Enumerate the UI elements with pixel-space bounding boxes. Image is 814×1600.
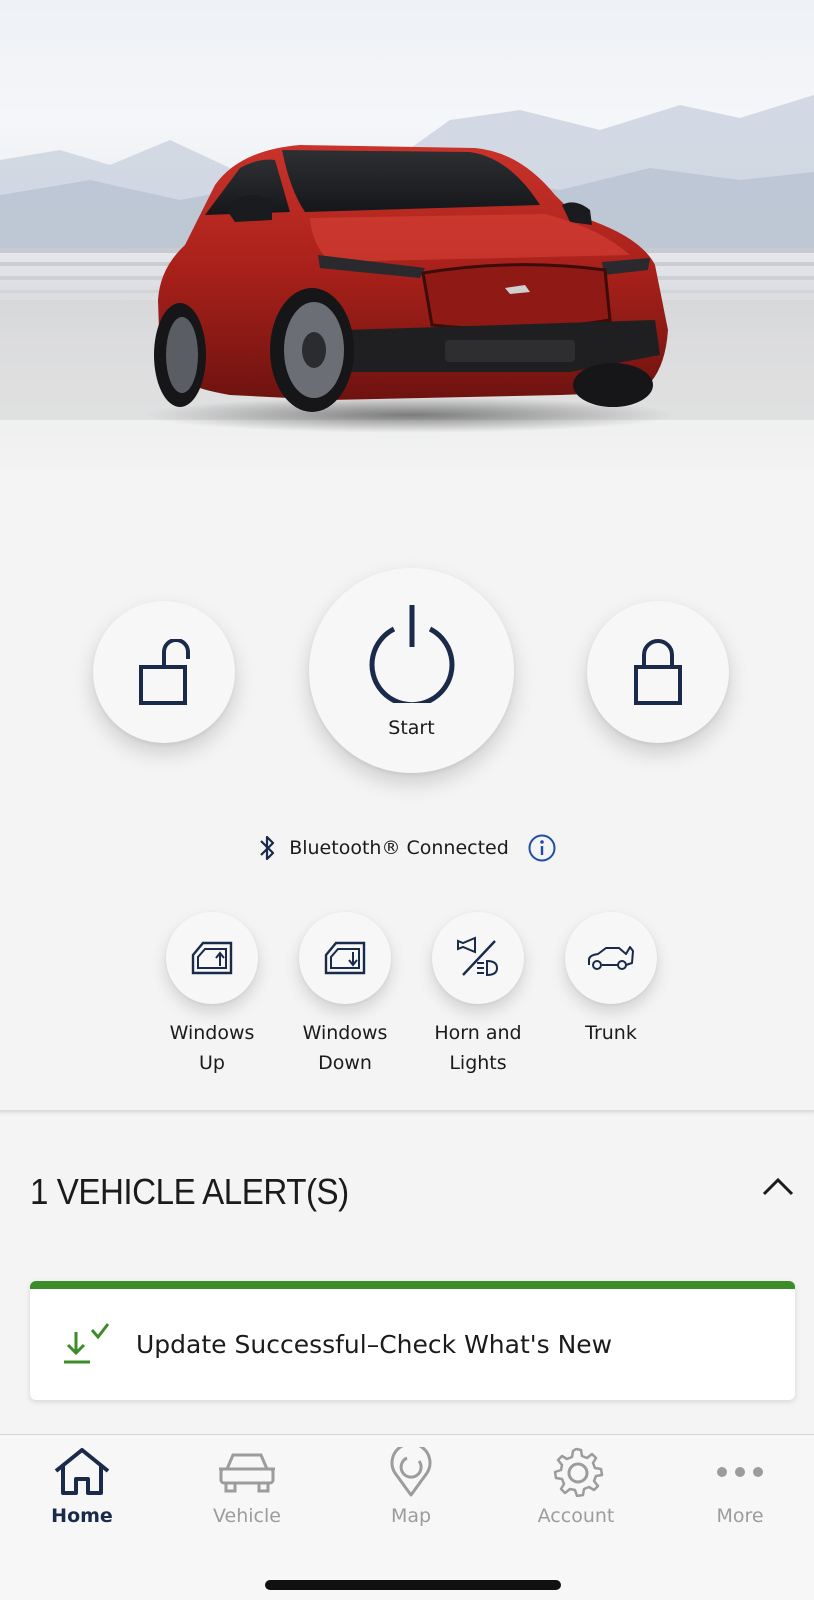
bluetooth-status-text: Bluetooth® Connected: [289, 837, 509, 859]
info-icon[interactable]: [527, 833, 557, 863]
windows-up-label: Windows Up: [169, 1022, 255, 1074]
window-down-icon: [324, 941, 366, 975]
tab-account[interactable]: Account: [516, 1447, 636, 1527]
trunk-label: Trunk: [585, 1022, 637, 1044]
unlock-icon: [139, 639, 190, 705]
windows-down-label: Windows Down: [302, 1022, 388, 1074]
tab-vehicle[interactable]: Vehicle: [187, 1447, 307, 1527]
lock-icon: [634, 639, 682, 705]
vehicle-alerts-section: 1 VEHICLE ALERT(S) Update Successful–Che…: [0, 1110, 814, 1434]
quick-action-windows-down[interactable]: Windows Down: [285, 912, 405, 1078]
alerts-title: 1 VEHICLE ALERT(S): [30, 1171, 349, 1212]
quick-action-windows-up[interactable]: Windows Up: [152, 912, 272, 1078]
alert-card-update[interactable]: Update Successful–Check What's New: [30, 1281, 795, 1400]
remote-start-button[interactable]: Start: [309, 568, 514, 773]
power-icon: [369, 604, 454, 703]
bottom-tab-bar: Home Vehicle Map Account More: [0, 1434, 814, 1600]
more-dots-icon: [717, 1467, 763, 1477]
bluetooth-icon: [260, 835, 275, 861]
tab-map-label: Map: [390, 1505, 432, 1527]
unlock-button[interactable]: [93, 601, 235, 743]
windows-up-button[interactable]: [166, 912, 258, 1004]
home-indicator: [265, 1580, 561, 1590]
tab-map[interactable]: Map: [351, 1447, 471, 1527]
trunk-button[interactable]: [565, 912, 657, 1004]
quick-action-trunk[interactable]: Trunk: [551, 912, 671, 1048]
tab-account-label: Account: [537, 1505, 615, 1527]
gear-icon: [553, 1447, 604, 1497]
home-icon: [54, 1448, 110, 1495]
trunk-icon: [588, 946, 634, 970]
tab-home-label: Home: [51, 1505, 113, 1527]
map-pin-icon: [390, 1447, 432, 1497]
bluetooth-status-row: Bluetooth® Connected: [0, 833, 814, 863]
vehicle-image: [0, 95, 814, 433]
window-up-icon: [191, 941, 233, 975]
tab-vehicle-label: Vehicle: [213, 1505, 281, 1527]
tab-more-label: More: [716, 1505, 764, 1527]
horn-lights-label: Horn and Lights: [434, 1022, 522, 1074]
chevron-up-icon[interactable]: [762, 1176, 794, 1196]
quick-action-horn-lights[interactable]: Horn and Lights: [418, 912, 538, 1078]
lock-button[interactable]: [587, 601, 729, 743]
update-check-icon: [58, 1322, 112, 1368]
alert-text: Update Successful–Check What's New: [136, 1330, 613, 1359]
horn-lights-button[interactable]: [432, 912, 524, 1004]
tab-more[interactable]: More: [680, 1447, 800, 1527]
vehicle-hero: [0, 0, 814, 490]
start-label: Start: [388, 716, 435, 739]
tab-home[interactable]: Home: [22, 1447, 142, 1527]
horn-lights-icon: [457, 936, 499, 977]
windows-down-button[interactable]: [299, 912, 391, 1004]
car-icon: [219, 1453, 275, 1493]
